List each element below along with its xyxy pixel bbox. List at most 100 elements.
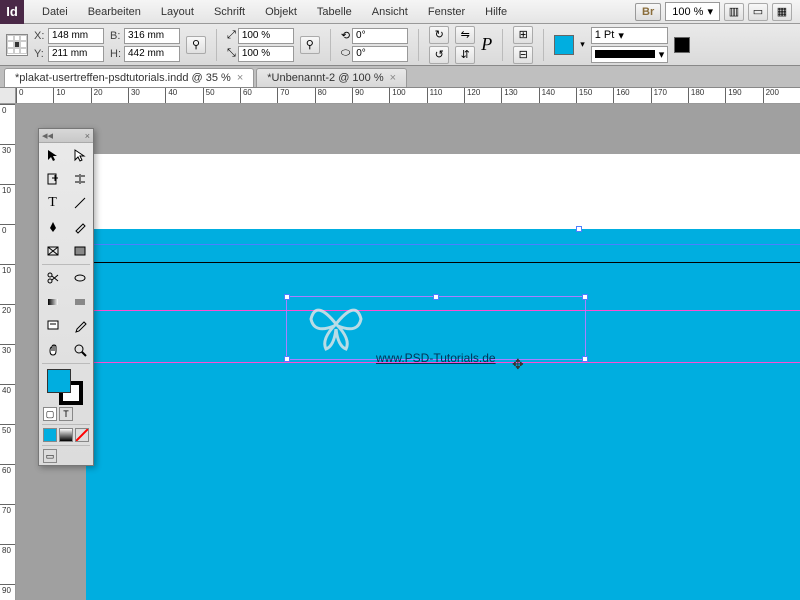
menu-fenster[interactable]: Fenster — [418, 2, 475, 22]
url-text: www.PSD-Tutorials.de — [376, 351, 496, 365]
rotate-icon: ⟲ — [341, 29, 350, 42]
line-tool[interactable] — [66, 191, 93, 215]
selection-handle[interactable] — [433, 294, 439, 300]
ruler-horizontal[interactable]: 0102030405060708090100110120130140150160… — [16, 88, 800, 104]
scale-x-icon: ⤢ — [227, 29, 236, 42]
menu-hilfe[interactable]: Hilfe — [475, 2, 517, 22]
screen-mode-icon[interactable]: ▭ — [748, 3, 768, 21]
constrain-scale-icon[interactable]: ⚲ — [300, 36, 320, 54]
paragraph-p-icon: P — [481, 34, 492, 55]
collapse-icon[interactable]: ◂◂ — [42, 129, 53, 142]
apply-none-icon[interactable] — [75, 428, 89, 442]
x-field[interactable] — [48, 28, 104, 44]
zoom-level[interactable]: 100 %▾ — [665, 2, 720, 21]
stroke-weight[interactable]: 1 Pt▾ — [591, 27, 669, 44]
page-tool[interactable] — [39, 167, 66, 191]
menu-objekt[interactable]: Objekt — [255, 2, 307, 22]
zoom-tool[interactable] — [66, 338, 93, 362]
document-tabs: *plakat-usertreffen-psdtutorials.indd @ … — [0, 66, 800, 88]
rotate-field[interactable] — [352, 28, 408, 44]
canvas[interactable]: www.PSD-Tutorials.de ✥ — [16, 104, 800, 600]
tab-label: *Unbenannt-2 @ 100 % — [267, 72, 383, 84]
menu-datei[interactable]: Datei — [32, 2, 78, 22]
ruler-vertical[interactable]: 030100102030405060708090 — [0, 104, 16, 600]
apply-gradient-icon[interactable] — [59, 428, 73, 442]
ruler-origin[interactable] — [0, 88, 16, 104]
w-field[interactable] — [124, 28, 180, 44]
chevron-down-icon[interactable]: ▾ — [580, 39, 585, 50]
apply-color-icon[interactable] — [43, 428, 57, 442]
direct-selection-tool[interactable] — [66, 143, 93, 167]
move-cursor-icon: ✥ — [512, 356, 524, 373]
h-field[interactable] — [124, 46, 180, 62]
pencil-tool[interactable] — [66, 215, 93, 239]
distribute-icon[interactable]: ⊟ — [513, 46, 533, 64]
page-handle[interactable] — [576, 226, 582, 232]
zoom-value: 100 % — [672, 6, 703, 18]
selection-handle[interactable] — [582, 356, 588, 362]
selection-handle[interactable] — [284, 294, 290, 300]
flip-v-icon[interactable]: ⇵ — [455, 46, 475, 64]
view-mode-icon[interactable]: ▭ — [43, 449, 57, 463]
rectangle-tool[interactable] — [66, 239, 93, 263]
fill-swatch[interactable] — [554, 35, 574, 55]
scissors-tool[interactable] — [39, 266, 66, 290]
selection-handle[interactable] — [582, 294, 588, 300]
shear-field[interactable] — [352, 46, 408, 62]
rectangle-frame-tool[interactable] — [39, 239, 66, 263]
hand-tool[interactable] — [39, 338, 66, 362]
toolbox-panel[interactable]: ◂◂ × T ▢ T — [38, 128, 94, 466]
h-label: H: — [110, 48, 122, 60]
tab-plakat[interactable]: *plakat-usertreffen-psdtutorials.indd @ … — [4, 68, 254, 87]
butterfly-logo — [306, 294, 366, 354]
format-text-icon[interactable]: T — [59, 407, 73, 421]
free-transform-tool[interactable] — [66, 266, 93, 290]
selection-tool[interactable] — [39, 143, 66, 167]
y-field[interactable] — [48, 46, 104, 62]
menu-ansicht[interactable]: Ansicht — [362, 2, 418, 22]
close-icon[interactable]: × — [390, 72, 396, 84]
rotate-ccw-icon[interactable]: ↺ — [429, 46, 449, 64]
menu-schrift[interactable]: Schrift — [204, 2, 255, 22]
bridge-button[interactable]: Br — [635, 3, 661, 21]
constrain-icon[interactable]: ⚲ — [186, 36, 206, 54]
stroke-swatch[interactable] — [674, 37, 690, 53]
view-options-icon[interactable]: ▥ — [724, 3, 744, 21]
gradient-swatch-tool[interactable] — [39, 290, 66, 314]
rotate-cw-icon[interactable]: ↻ — [429, 26, 449, 44]
w-label: B: — [110, 30, 122, 42]
arrange-icon[interactable]: ▦ — [772, 3, 792, 21]
tab-unbenannt[interactable]: *Unbenannt-2 @ 100 % × — [256, 68, 407, 87]
scale-y-icon: ⤡ — [227, 47, 236, 60]
shear-icon: ⬭ — [341, 47, 350, 60]
app-logo: Id — [0, 0, 24, 24]
gradient-feather-tool[interactable] — [66, 290, 93, 314]
menu-layout[interactable]: Layout — [151, 2, 204, 22]
pen-tool[interactable] — [39, 215, 66, 239]
format-container-icon[interactable]: ▢ — [43, 407, 57, 421]
scale-y-field[interactable] — [238, 46, 294, 62]
guide-line[interactable] — [86, 244, 800, 245]
menu-bearbeiten[interactable]: Bearbeiten — [78, 2, 151, 22]
fill-color[interactable] — [47, 369, 71, 393]
stroke-style[interactable]: ▾ — [591, 46, 669, 63]
fill-stroke-swatches[interactable] — [39, 365, 93, 405]
scale-x-field[interactable] — [238, 28, 294, 44]
chevron-down-icon: ▾ — [659, 48, 665, 61]
toolbox-header[interactable]: ◂◂ × — [39, 129, 93, 143]
stroke-preview — [595, 50, 655, 58]
close-icon[interactable]: × — [237, 72, 243, 84]
gap-tool[interactable] — [66, 167, 93, 191]
chevron-down-icon: ▾ — [618, 29, 624, 42]
flip-h-icon[interactable]: ⇋ — [455, 26, 475, 44]
eyedropper-tool[interactable] — [66, 314, 93, 338]
menu-tabelle[interactable]: Tabelle — [307, 2, 362, 22]
selection-handle[interactable] — [284, 356, 290, 362]
page-cyan — [86, 229, 800, 600]
divider-line — [86, 262, 800, 263]
close-icon[interactable]: × — [85, 131, 90, 141]
reference-point[interactable] — [6, 34, 28, 56]
align-icon[interactable]: ⊞ — [513, 26, 533, 44]
type-tool[interactable]: T — [39, 191, 66, 215]
note-tool[interactable] — [39, 314, 66, 338]
